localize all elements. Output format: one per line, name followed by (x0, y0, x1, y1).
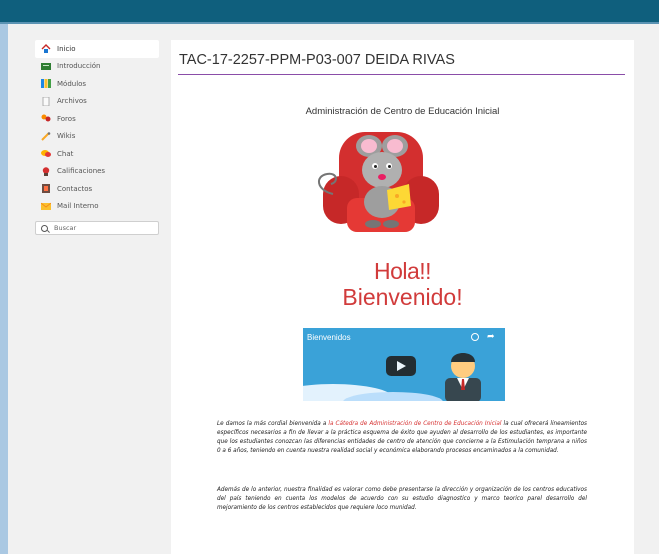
greeting-hola: Hola!! (373, 258, 432, 284)
clock-icon[interactable] (471, 333, 479, 341)
course-subtitle: Administración de Centro de Educación In… (305, 106, 500, 117)
purpose-paragraph: Además de lo anterior, nuestra finalidad… (217, 487, 587, 511)
content-panel: TAC-17-2257-PPM-P03-007 DEIDA RIVAS Admi… (171, 40, 634, 554)
greeting-bienvenido: Bienvenido! (342, 284, 463, 310)
home-icon (41, 44, 51, 54)
grades-icon (41, 167, 51, 176)
sidebar-item-chat[interactable]: Chat (35, 145, 159, 163)
sidebar-item-label: Wikis (57, 132, 76, 141)
title-divider (178, 74, 625, 75)
search-icon (41, 224, 48, 232)
sidebar-item-label: Módulos (57, 79, 87, 88)
sidebar-item-contactos[interactable]: Contactos (35, 180, 159, 198)
wikis-icon (41, 131, 51, 141)
top-bar (0, 0, 659, 24)
sidebar-item-label: Introducción (57, 62, 101, 71)
modules-icon (41, 79, 51, 89)
sidebar-item-archivos[interactable]: Archivos (35, 93, 159, 111)
mouse-mascot-image (318, 132, 439, 232)
search-box[interactable]: Buscar (35, 221, 159, 235)
welcome-paragraph: Le damos la más cordial bienvenida a la … (217, 420, 587, 456)
sidebar-item-label: Contactos (57, 184, 93, 193)
mail-icon (40, 202, 52, 211)
page-title: TAC-17-2257-PPM-P03-007 DEIDA RIVAS (179, 52, 455, 68)
forums-icon (41, 114, 51, 123)
welcome-paragraph-intro: Le damos la más cordial bienvenida a (217, 421, 329, 427)
sidebar-item-mail-interno[interactable]: Mail Interno (35, 198, 159, 216)
welcome-video-player[interactable]: Bienvenidos ➦ (303, 328, 505, 401)
sidebar-item-wikis[interactable]: Wikis (35, 128, 159, 146)
share-icon[interactable]: ➦ (487, 332, 495, 342)
sidebar-item-foros[interactable]: Foros (35, 110, 159, 128)
play-button[interactable] (386, 356, 416, 376)
sidebar-item-label: Foros (57, 114, 76, 123)
sidebar-item-label: Inicio (57, 44, 76, 53)
search-label: Buscar (54, 224, 77, 232)
sidebar-item-label: Archivos (57, 97, 87, 106)
course-name-highlight: la Cátedra de Administración de Centro d… (328, 421, 502, 427)
chat-icon (41, 149, 51, 158)
video-title: Bienvenidos (307, 333, 351, 342)
sidebar-item-modulos[interactable]: Módulos (35, 75, 159, 93)
sidebar-item-label: Calificaciones (57, 167, 106, 176)
sidebar-item-introduccion[interactable]: Introducción (35, 58, 159, 76)
sidebar-item-inicio[interactable]: Inicio (35, 40, 159, 58)
sidebar: Inicio Introducción Módulos Archivos For… (35, 40, 159, 235)
sidebar-item-calificaciones[interactable]: Calificaciones (35, 163, 159, 181)
sidebar-item-label: Mail Interno (57, 202, 99, 211)
files-icon (41, 96, 51, 107)
contacts-icon (41, 184, 51, 194)
left-strip (0, 24, 8, 554)
introduction-icon (41, 62, 51, 71)
sidebar-item-label: Chat (57, 149, 74, 158)
